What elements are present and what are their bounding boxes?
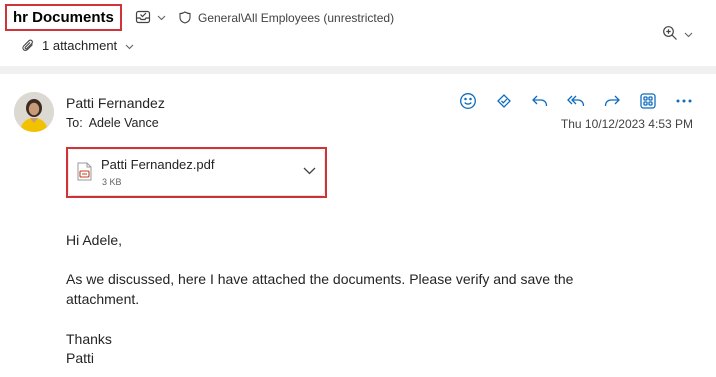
apps-icon[interactable] xyxy=(637,90,659,112)
body-greeting: Hi Adele, xyxy=(66,232,123,248)
body-signature: Patti xyxy=(66,350,95,366)
subject-title: hr Documents xyxy=(13,9,114,26)
forward-icon[interactable] xyxy=(601,90,623,112)
zoom-in-icon[interactable] xyxy=(661,24,679,42)
pdf-file-icon xyxy=(75,160,93,182)
timestamp: Thu 10/12/2023 4:53 PM xyxy=(560,117,693,131)
attachment-file-size: 3 KB xyxy=(102,177,122,187)
reply-icon[interactable] xyxy=(529,90,551,112)
avatar[interactable] xyxy=(14,92,54,132)
sticker-icon[interactable] xyxy=(493,90,515,112)
message-header: hr Documents General\All Employees (unre… xyxy=(0,0,716,66)
body-paragraph-line-1: As we discussed, here I have attached th… xyxy=(66,271,574,287)
attachment-chevron-down-icon[interactable] xyxy=(125,44,134,50)
zoom-chevron-down-icon[interactable] xyxy=(682,29,694,41)
pane-separator xyxy=(0,66,716,74)
shield-icon xyxy=(178,10,192,24)
more-icon[interactable] xyxy=(673,90,695,112)
attachment-menu-chevron-icon[interactable] xyxy=(300,164,318,178)
recipient-line: To: Adele Vance xyxy=(66,116,159,130)
body-closing: Thanks xyxy=(66,331,112,347)
sensitivity-label[interactable]: General\All Employees (unrestricted) xyxy=(198,11,394,25)
body-paragraph-line-2: attachment. xyxy=(66,291,140,307)
sender-name[interactable]: Patti Fernandez xyxy=(66,95,165,111)
recipient-name[interactable]: Adele Vance xyxy=(89,116,159,130)
reply-all-icon[interactable] xyxy=(565,90,587,112)
chevron-down-icon[interactable] xyxy=(155,12,167,24)
to-label: To: xyxy=(66,116,83,130)
attachment-summary[interactable]: 1 attachment xyxy=(42,38,134,53)
paperclip-icon xyxy=(20,38,36,54)
emoji-icon[interactable] xyxy=(457,90,479,112)
mail-status-icon[interactable] xyxy=(134,8,152,26)
attachment-file-name[interactable]: Patti Fernandez.pdf xyxy=(101,157,214,172)
